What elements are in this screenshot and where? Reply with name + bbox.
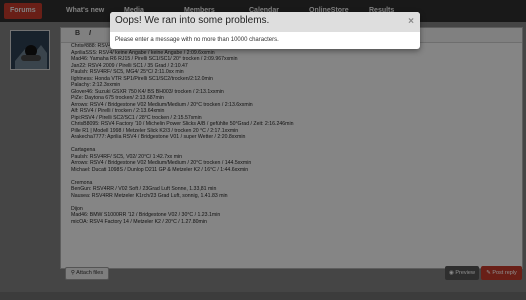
dialog-title: Oops! We ran into some problems. [115, 15, 270, 26]
error-dialog: Oops! We ran into some problems. × Pleas… [110, 12, 420, 49]
dialog-header: Oops! We ran into some problems. × [110, 12, 420, 32]
close-icon[interactable]: × [408, 16, 414, 27]
dialog-message: Please enter a message with no more than… [115, 37, 279, 43]
